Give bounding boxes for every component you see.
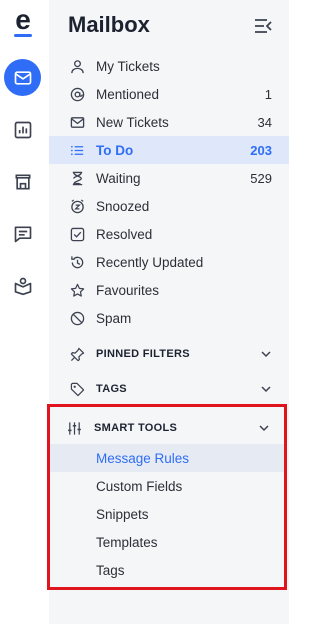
rail-mailbox-button[interactable] (4, 59, 41, 96)
rail-knowledge-button[interactable] (4, 267, 41, 304)
block-icon (69, 310, 85, 326)
mail-icon (14, 70, 31, 85)
bar-chart-icon (14, 121, 31, 138)
nav-item-label: Mentioned (96, 86, 160, 102)
nav-item-label: To Do (96, 142, 134, 158)
tags-section[interactable]: TAGS (49, 375, 289, 403)
history-icon (69, 254, 85, 270)
chevron-down-icon (259, 425, 269, 432)
nav-item-resolved[interactable]: Resolved (49, 220, 289, 248)
smart-tools-item-message-rules[interactable]: Message Rules (50, 444, 284, 472)
smart-tools-highlight-box: SMART TOOLS Message Rules Custom Fields … (47, 404, 287, 590)
nav-item-count: 529 (250, 170, 272, 186)
nav-item-label: My Tickets (96, 58, 160, 74)
nav-item-label: New Tickets (96, 114, 169, 130)
rail-reports-button[interactable] (4, 111, 41, 148)
nav-item-label: Resolved (96, 226, 153, 242)
rail-chat-button[interactable] (4, 215, 41, 252)
nav-item-label: Spam (96, 310, 132, 326)
nav-item-count: 203 (250, 142, 272, 158)
nav-item-waiting[interactable]: Waiting 529 (49, 164, 289, 192)
nav-item-my-tickets[interactable]: My Tickets (49, 52, 289, 80)
left-rail: e (0, 0, 49, 624)
nav-item-label: Waiting (96, 170, 141, 186)
nav-item-recently-updated[interactable]: Recently Updated (49, 248, 289, 276)
page-title: Mailbox (68, 12, 150, 37)
list-icon (69, 142, 85, 158)
at-icon (69, 86, 85, 102)
nav-item-to-do[interactable]: To Do 203 (49, 136, 289, 164)
nav-item-count: 1 (264, 86, 272, 102)
smart-tools-item-custom-fields[interactable]: Custom Fields (50, 472, 284, 500)
tag-icon (69, 381, 85, 397)
nav-item-count: 34 (257, 114, 272, 130)
nav-item-label: Favourites (96, 282, 160, 298)
snooze-icon (69, 198, 85, 214)
user-icon (69, 58, 85, 74)
smart-tools-item-snippets[interactable]: Snippets (50, 500, 284, 528)
section-label: TAGS (96, 383, 127, 395)
pin-icon (69, 346, 85, 362)
logo-underline (14, 34, 32, 37)
section-label: PINNED FILTERS (96, 348, 190, 360)
hourglass-icon (69, 170, 85, 186)
store-icon (15, 174, 30, 189)
chevron-down-icon (261, 351, 271, 358)
smart-tools-section[interactable]: SMART TOOLS (50, 414, 284, 442)
nav-item-label: Snoozed (96, 198, 150, 214)
section-label: SMART TOOLS (94, 422, 178, 434)
mailbox-nav: My Tickets Mentioned 1 New Tickets 34 To… (49, 52, 289, 332)
book-icon (14, 277, 31, 295)
envelope-icon (69, 114, 85, 130)
smart-tools-list: Message Rules Custom Fields Snippets Tem… (50, 444, 284, 584)
nav-item-label: Recently Updated (96, 254, 204, 270)
nav-item-new-tickets[interactable]: New Tickets 34 (49, 108, 289, 136)
nav-item-snoozed[interactable]: Snoozed (49, 192, 289, 220)
sliders-icon (67, 420, 83, 436)
smart-tools-item-tags[interactable]: Tags (50, 556, 284, 584)
collapse-sidebar-icon[interactable] (253, 17, 273, 35)
rail-store-button[interactable] (4, 163, 41, 200)
nav-item-mentioned[interactable]: Mentioned 1 (49, 80, 289, 108)
pinned-filters-section[interactable]: PINNED FILTERS (49, 340, 289, 368)
nav-item-spam[interactable]: Spam (49, 304, 289, 332)
nav-item-favourites[interactable]: Favourites (49, 276, 289, 304)
chat-icon (14, 226, 31, 242)
star-icon (69, 282, 85, 298)
check-square-icon (69, 226, 85, 242)
smart-tools-item-templates[interactable]: Templates (50, 528, 284, 556)
chevron-down-icon (261, 386, 271, 393)
